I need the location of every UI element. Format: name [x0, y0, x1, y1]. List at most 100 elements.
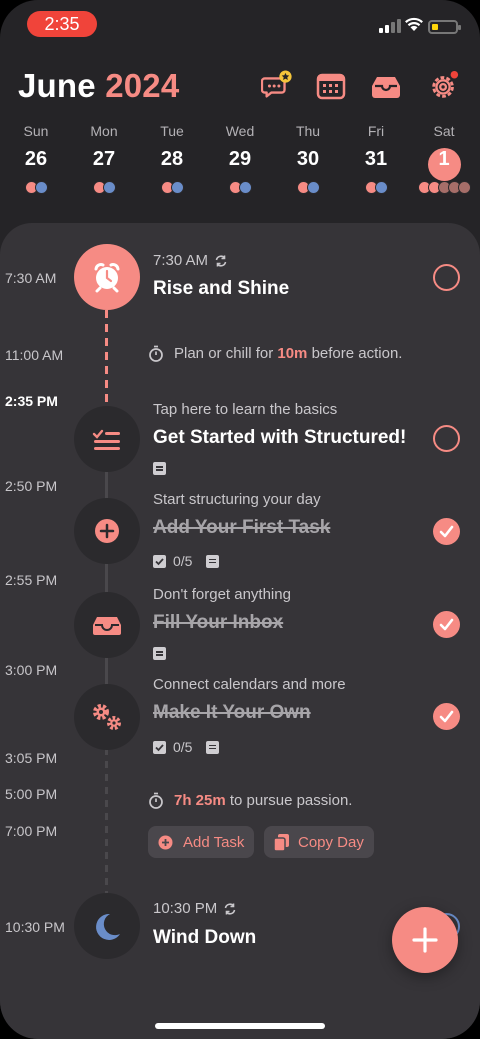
- gap-note-suffix: to pursue passion.: [225, 792, 353, 809]
- rise-complete-toggle[interactable]: [433, 264, 460, 291]
- timeline-connector: [105, 656, 108, 686]
- time-label: 2:55 PM: [5, 572, 58, 588]
- timeline-connector: [105, 310, 108, 406]
- day-tue[interactable]: Tue 28: [142, 120, 202, 197]
- time-label: 2:50 PM: [5, 478, 58, 494]
- day-sat[interactable]: Sat 1: [414, 120, 474, 197]
- gap-note: 7h 25m to pursue passion.: [148, 792, 352, 809]
- timeline-connector: [105, 562, 108, 594]
- day-sun[interactable]: Sun 26: [6, 120, 66, 197]
- day-date: 30: [296, 148, 320, 170]
- status-bar: 2:35: [0, 0, 480, 48]
- plus-circle-icon: [158, 835, 173, 849]
- day-events: [210, 181, 270, 197]
- calendar-icon[interactable]: [315, 70, 347, 102]
- timeline-connector: [105, 470, 108, 500]
- rise-time-text: 7:30 AM: [153, 252, 209, 269]
- event-dot: [170, 181, 184, 194]
- get-started-subtitle: Tap here to learn the basics: [153, 401, 338, 418]
- wind-down-title[interactable]: Wind Down: [153, 927, 256, 949]
- gears-icon: [93, 704, 121, 730]
- day-mon[interactable]: Mon 27: [74, 120, 134, 197]
- checklist-icon: [92, 429, 120, 450]
- copy-icon: [274, 833, 289, 851]
- subtask-count: 0/5: [173, 739, 193, 755]
- first-task-complete-toggle[interactable]: [433, 518, 460, 545]
- wifi-icon: [405, 17, 423, 31]
- stopwatch-icon: [149, 345, 163, 362]
- day-name: Mon: [90, 123, 118, 139]
- day-events: [6, 181, 66, 197]
- check-icon: [439, 525, 454, 538]
- fill-inbox-subtitle: Don't forget anything: [153, 586, 291, 603]
- current-time-label: 2:35 PM: [5, 393, 58, 409]
- copy-day-button[interactable]: Copy Day: [264, 826, 374, 858]
- status-time[interactable]: 2:35: [27, 11, 97, 37]
- make-own-title[interactable]: Make It Your Own: [153, 702, 311, 724]
- add-task-button[interactable]: Add Task: [148, 826, 255, 858]
- make-own-node[interactable]: [74, 684, 140, 750]
- event-dot: [306, 181, 320, 194]
- day-fri[interactable]: Fri 31: [346, 120, 406, 197]
- month-title[interactable]: June 2024: [18, 67, 179, 105]
- home-indicator[interactable]: [155, 1023, 325, 1029]
- day-wed[interactable]: Wed 29: [210, 120, 270, 197]
- get-started-complete-toggle[interactable]: [433, 425, 460, 452]
- day-name: Fri: [367, 123, 385, 139]
- check-icon: [439, 618, 454, 631]
- make-own-complete-toggle[interactable]: [433, 703, 460, 730]
- day-thu[interactable]: Thu 30: [278, 120, 338, 197]
- make-own-subtitle: Connect calendars and more: [153, 676, 346, 693]
- plus-icon: [412, 927, 438, 953]
- gap-note-prefix: Plan or chill for: [174, 345, 278, 362]
- day-name: Tue: [160, 123, 184, 139]
- wind-down-time-text: 10:30 PM: [153, 900, 218, 917]
- inbox-tray-icon: [93, 617, 121, 635]
- settings-icon[interactable]: [428, 70, 460, 102]
- wind-down-time: 10:30 PM: [153, 900, 237, 917]
- first-task-subtitle: Start structuring your day: [153, 491, 321, 508]
- day-date: 26: [24, 148, 48, 170]
- day-events: [278, 181, 338, 197]
- day-date: 29: [228, 148, 252, 170]
- day-events: [142, 181, 202, 197]
- time-label: 5:00 PM: [5, 786, 58, 802]
- repeat-icon: [215, 254, 227, 267]
- rise-title[interactable]: Rise and Shine: [153, 278, 289, 300]
- gap-duration: 10m: [277, 345, 308, 362]
- moon-icon: [96, 913, 120, 940]
- battery-icon: [428, 20, 461, 34]
- fill-inbox-complete-toggle[interactable]: [433, 611, 460, 638]
- check-icon: [439, 710, 454, 723]
- time-label: 3:00 PM: [5, 662, 58, 678]
- first-task-node[interactable]: [74, 498, 140, 564]
- repeat-icon: [224, 902, 236, 915]
- rise-node[interactable]: [74, 244, 140, 310]
- subtask-check-icon: [153, 554, 166, 568]
- time-label: 7:30 AM: [5, 270, 57, 286]
- signal-icon: [379, 19, 401, 33]
- get-started-meta: [153, 462, 166, 475]
- add-button[interactable]: [392, 907, 458, 973]
- day-name: Thu: [295, 123, 321, 139]
- day-date: 1: [438, 148, 450, 170]
- fill-inbox-node[interactable]: [74, 592, 140, 658]
- make-own-meta: 0/5: [153, 739, 220, 755]
- inbox-icon[interactable]: [370, 70, 402, 102]
- fill-inbox-title[interactable]: Fill Your Inbox: [153, 612, 283, 634]
- chat-star-icon[interactable]: [261, 70, 293, 102]
- event-dot: [374, 181, 388, 194]
- app-screen: 2:35 June 2024 Sun 26 Mon 27 Tue 28 Wed …: [0, 0, 480, 1039]
- stopwatch-icon: [149, 792, 163, 809]
- notes-icon: [153, 462, 166, 475]
- day-name: Sun: [23, 123, 49, 139]
- add-task-label: Add Task: [183, 833, 245, 851]
- day-date: 27: [92, 148, 116, 170]
- get-started-title[interactable]: Get Started with Structured!: [153, 427, 406, 449]
- year-label: 2024: [105, 67, 180, 104]
- first-task-title[interactable]: Add Your First Task: [153, 517, 330, 539]
- wind-down-node[interactable]: [74, 893, 140, 959]
- plus-icon: [95, 519, 119, 543]
- get-started-node[interactable]: [74, 406, 140, 472]
- notes-icon: [206, 740, 220, 754]
